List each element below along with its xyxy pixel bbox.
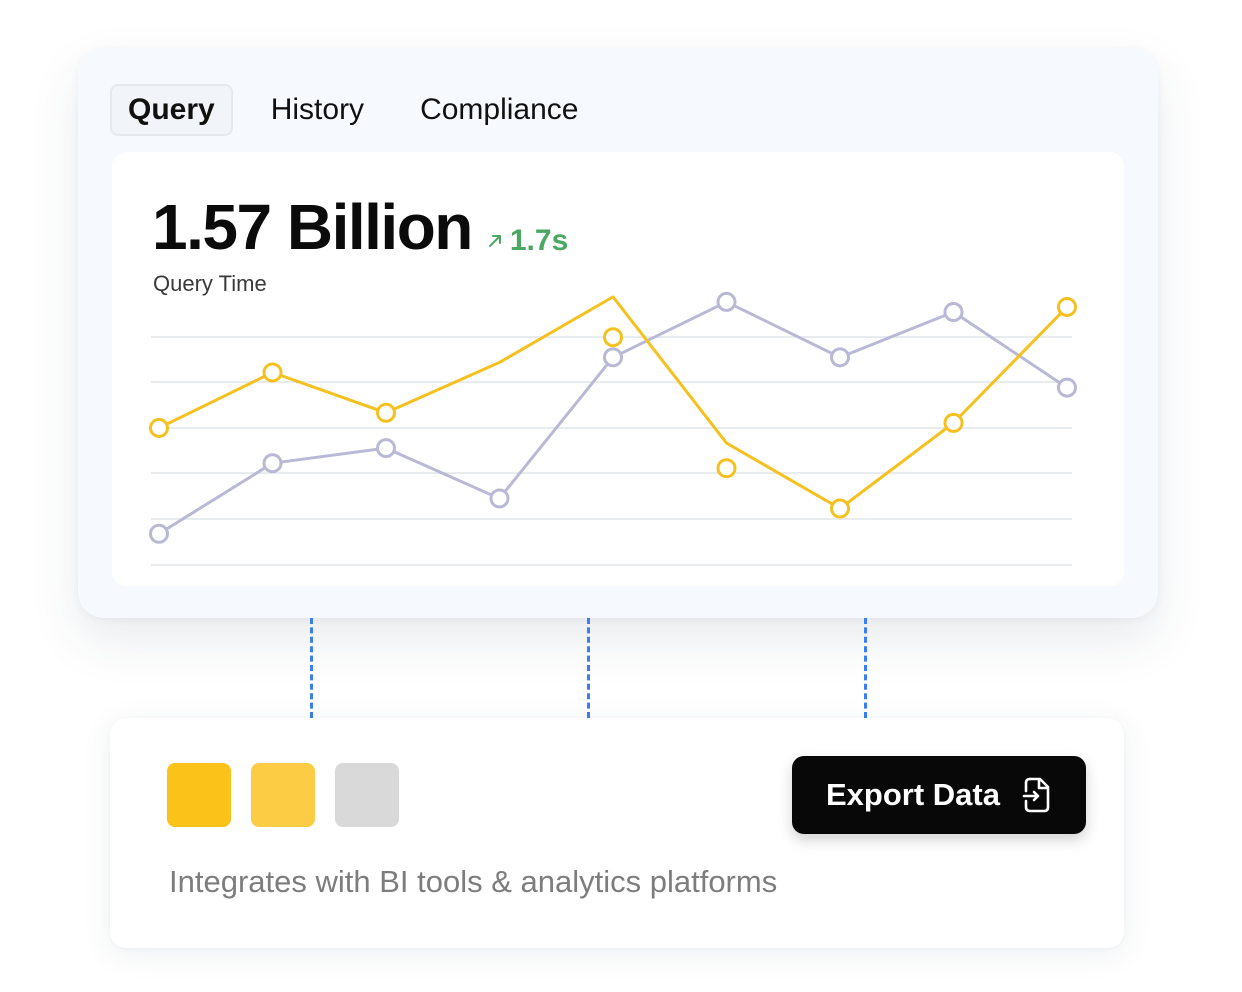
data-point[interactable] bbox=[149, 417, 169, 438]
data-point[interactable] bbox=[603, 347, 623, 368]
data-point[interactable] bbox=[149, 523, 169, 544]
data-point[interactable] bbox=[716, 291, 737, 312]
tab-bar: Query History Compliance bbox=[110, 84, 616, 136]
data-point[interactable] bbox=[1057, 377, 1077, 398]
data-point[interactable] bbox=[376, 438, 396, 459]
metric-delta-value: 1.7s bbox=[509, 224, 569, 257]
connector-line bbox=[864, 618, 867, 718]
metric-delta: 1.7s bbox=[486, 224, 568, 258]
integrations-caption: Integrates with BI tools & analytics pla… bbox=[169, 864, 778, 899]
metric-row: 1.57 Billion 1.7s bbox=[152, 192, 568, 262]
connector-line bbox=[587, 618, 590, 718]
data-point[interactable] bbox=[603, 327, 623, 348]
data-point[interactable] bbox=[943, 302, 964, 322]
color-swatch[interactable] bbox=[167, 763, 231, 827]
metric-value: 1.57 Billion bbox=[152, 191, 473, 263]
connector-line bbox=[310, 618, 313, 718]
data-point[interactable] bbox=[716, 458, 737, 479]
color-swatch[interactable] bbox=[335, 763, 399, 827]
arrow-up-right-icon bbox=[488, 235, 501, 247]
data-point[interactable] bbox=[943, 412, 964, 433]
tab-query[interactable]: Query bbox=[110, 84, 233, 136]
integrations-card: Export Data Integrates with BI tools & a… bbox=[110, 718, 1124, 948]
data-point[interactable] bbox=[262, 453, 283, 474]
tab-history[interactable]: History bbox=[253, 85, 382, 135]
export-file-icon bbox=[1022, 777, 1052, 813]
metric-label: Query Time bbox=[153, 271, 267, 296]
data-point[interactable] bbox=[262, 362, 283, 383]
data-point[interactable] bbox=[1057, 296, 1077, 317]
export-button-label: Export Data bbox=[826, 777, 1000, 812]
data-point[interactable] bbox=[830, 498, 850, 519]
color-swatch[interactable] bbox=[251, 763, 315, 827]
color-swatches bbox=[167, 763, 419, 827]
chart-card: 1.57 Billion 1.7s Query Time bbox=[112, 152, 1124, 586]
data-point[interactable] bbox=[830, 347, 850, 368]
data-point[interactable] bbox=[489, 488, 510, 509]
tab-compliance[interactable]: Compliance bbox=[402, 85, 596, 135]
export-data-button[interactable]: Export Data bbox=[792, 756, 1086, 834]
analytics-panel: Query History Compliance 1.57 Billion 1.… bbox=[78, 48, 1158, 618]
data-point[interactable] bbox=[376, 402, 396, 423]
